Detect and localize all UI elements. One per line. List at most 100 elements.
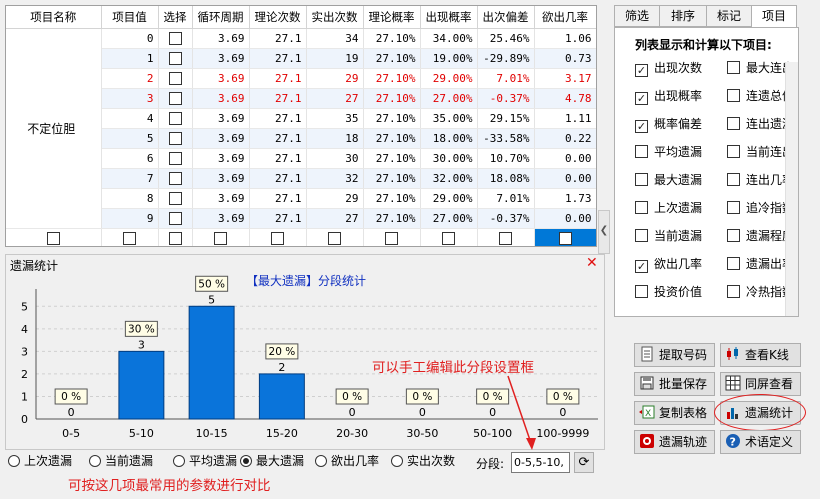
radio-button[interactable] xyxy=(315,455,327,467)
row-checkbox[interactable] xyxy=(168,131,182,145)
cell-select[interactable] xyxy=(158,108,193,129)
panel-collapse-handle[interactable]: ❮ xyxy=(598,210,610,254)
col-header-actual-count[interactable]: 实出次数 xyxy=(306,6,364,29)
radio-option[interactable]: 平均遗漏 xyxy=(173,452,237,470)
item-option[interactable]: 最大遗漏 xyxy=(635,172,702,188)
column-filter-checkbox[interactable] xyxy=(271,231,284,245)
batch-save-button[interactable]: 批量保存 xyxy=(634,372,715,396)
tab[interactable]: 排序 xyxy=(659,5,707,27)
radio-option[interactable]: 欲出几率 xyxy=(315,452,379,470)
item-option[interactable]: 上次遗漏 xyxy=(635,200,702,216)
row-checkbox[interactable] xyxy=(168,71,182,85)
row-checkbox[interactable] xyxy=(168,51,182,65)
item-option[interactable]: 最大连出 xyxy=(727,60,794,76)
item-checkbox[interactable] xyxy=(727,89,740,102)
item-option[interactable]: 遗漏出率 xyxy=(727,256,794,272)
cell-select[interactable] xyxy=(158,48,193,69)
tab[interactable]: 项目 xyxy=(751,5,797,29)
tab[interactable]: 标记 xyxy=(706,5,752,27)
radio-button[interactable] xyxy=(391,455,403,467)
refresh-segment-button[interactable]: ⟳ xyxy=(574,452,594,473)
item-checkbox[interactable] xyxy=(635,201,648,214)
item-checkbox[interactable] xyxy=(635,120,648,133)
item-option[interactable]: 欲出几率 xyxy=(635,256,702,273)
radio-button[interactable] xyxy=(240,455,252,467)
filter-cell[interactable] xyxy=(158,227,193,246)
close-icon[interactable]: ✕ xyxy=(586,255,598,271)
item-checkbox[interactable] xyxy=(635,145,648,158)
filter-cell[interactable] xyxy=(477,227,535,246)
item-checkbox[interactable] xyxy=(727,285,740,298)
data-grid[interactable]: 项目名称 项目值 选择 循环周期 理论次数 实出次数 理论概率 出现概率 出次偏… xyxy=(5,5,597,247)
column-filter-checkbox[interactable] xyxy=(168,231,182,245)
filter-cell[interactable] xyxy=(420,227,478,246)
item-option[interactable]: 当前遗漏 xyxy=(635,228,702,244)
column-filter-checkbox[interactable] xyxy=(385,231,398,245)
fetch-numbers-button[interactable]: 提取号码 xyxy=(634,343,715,367)
copy-table-button[interactable]: X 复制表格 xyxy=(634,401,715,425)
filter-cell[interactable] xyxy=(249,227,307,246)
row-checkbox[interactable] xyxy=(168,191,182,205)
tab[interactable]: 筛选 xyxy=(614,5,660,27)
item-option[interactable]: 追冷指数 xyxy=(727,200,794,216)
cell-select[interactable] xyxy=(158,88,193,109)
column-filter-checkbox[interactable] xyxy=(558,231,572,245)
radio-option[interactable]: 实出次数 xyxy=(391,452,455,470)
col-header-rate[interactable]: 欲出几率 xyxy=(534,6,596,29)
cell-select[interactable] xyxy=(158,68,193,89)
row-checkbox[interactable] xyxy=(168,211,182,225)
radio-option[interactable]: 当前遗漏 xyxy=(89,452,153,470)
item-checkbox[interactable] xyxy=(727,229,740,242)
col-header-cycle[interactable]: 循环周期 xyxy=(192,6,250,29)
filter-cell[interactable] xyxy=(306,227,364,246)
radio-button[interactable] xyxy=(89,455,101,467)
cell-select[interactable] xyxy=(158,168,193,189)
row-checkbox[interactable] xyxy=(168,111,182,125)
col-header-value[interactable]: 项目值 xyxy=(101,6,159,29)
item-checkbox[interactable] xyxy=(727,145,740,158)
cell-select[interactable] xyxy=(158,28,193,49)
col-header-select[interactable]: 选择 xyxy=(158,6,193,29)
filter-cell[interactable] xyxy=(101,227,159,246)
filter-cell[interactable] xyxy=(363,227,421,246)
column-filter-checkbox[interactable] xyxy=(499,231,512,245)
row-checkbox[interactable] xyxy=(168,91,182,105)
item-option[interactable]: 连出遗漏 xyxy=(727,116,794,132)
filter-cell[interactable] xyxy=(534,227,596,246)
items-scrollbar[interactable] xyxy=(785,62,798,316)
item-option[interactable]: 遗漏程度 xyxy=(727,228,794,244)
item-option[interactable]: 出现次数 xyxy=(635,60,702,77)
column-filter-checkbox[interactable] xyxy=(46,231,60,245)
column-filter-checkbox[interactable] xyxy=(442,231,455,245)
cell-select[interactable] xyxy=(158,128,193,149)
row-checkbox[interactable] xyxy=(168,31,182,45)
item-checkbox[interactable] xyxy=(727,117,740,130)
col-header-prob[interactable]: 出现概率 xyxy=(420,6,478,29)
radio-option[interactable]: 上次遗漏 xyxy=(8,452,72,470)
column-filter-checkbox[interactable] xyxy=(328,231,341,245)
col-header-theory-prob[interactable]: 理论概率 xyxy=(363,6,421,29)
item-checkbox[interactable] xyxy=(727,61,740,74)
same-screen-button[interactable]: 同屏查看 xyxy=(720,372,801,396)
col-header-deviation[interactable]: 出次偏差 xyxy=(477,6,535,29)
col-header-name[interactable]: 项目名称 xyxy=(6,6,102,29)
item-option[interactable]: 连出几率 xyxy=(727,172,794,188)
glossary-button[interactable]: ? 术语定义 xyxy=(720,430,801,454)
row-checkbox[interactable] xyxy=(168,171,182,185)
item-checkbox[interactable] xyxy=(727,173,740,186)
col-header-theory-count[interactable]: 理论次数 xyxy=(249,6,307,29)
segment-input[interactable] xyxy=(511,452,570,473)
radio-button[interactable] xyxy=(8,455,20,467)
table-row[interactable]: 不定位胆 0 3.69 27.1 34 27.10% 34.00% 25.46% 1.06 xyxy=(6,28,596,229)
item-option[interactable]: 概率偏差 xyxy=(635,116,702,133)
item-option[interactable]: 冷热指数 xyxy=(727,284,794,300)
item-checkbox[interactable] xyxy=(635,173,648,186)
item-option[interactable]: 平均遗漏 xyxy=(635,144,702,160)
column-filter-checkbox[interactable] xyxy=(123,231,136,245)
item-checkbox[interactable] xyxy=(727,201,740,214)
item-checkbox[interactable] xyxy=(635,260,648,273)
item-checkbox[interactable] xyxy=(635,229,648,242)
filter-cell[interactable] xyxy=(192,227,250,246)
cell-select[interactable] xyxy=(158,208,193,229)
item-checkbox[interactable] xyxy=(635,285,648,298)
